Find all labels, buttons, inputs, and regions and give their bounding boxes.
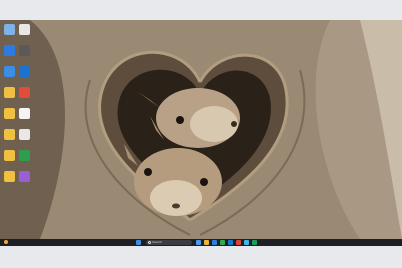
desktop-icon[interactable]	[4, 87, 15, 98]
start-button[interactable]	[136, 240, 141, 245]
app-icon[interactable]	[252, 240, 257, 245]
search-icon	[148, 241, 151, 244]
desktop-wallpaper	[0, 20, 402, 239]
desktop-icon[interactable]	[19, 45, 30, 56]
taskbar-search-box[interactable]: Search	[146, 240, 192, 245]
taskbar: Search	[0, 239, 402, 246]
desktop-icon-grid	[0, 20, 46, 239]
weather-widget[interactable]	[4, 240, 18, 245]
desktop-icon[interactable]	[4, 108, 15, 119]
wallpaper-image	[0, 20, 402, 239]
app-icon[interactable]	[244, 240, 249, 245]
search-placeholder: Search	[152, 240, 163, 244]
desktop-icon[interactable]	[4, 150, 15, 161]
desktop-icon[interactable]	[4, 45, 15, 56]
app-icon[interactable]	[228, 240, 233, 245]
app-icon[interactable]	[212, 240, 217, 245]
system-tray-icons	[360, 241, 382, 244]
desktop-icon[interactable]	[19, 129, 30, 140]
desktop-icon[interactable]	[4, 171, 15, 182]
desktop-screen: Search	[0, 20, 402, 246]
weather-icon	[4, 240, 8, 244]
desktop-icon[interactable]	[19, 171, 30, 182]
desktop-icon[interactable]	[4, 24, 15, 35]
app-icon[interactable]	[204, 240, 209, 245]
desktop-icon[interactable]	[4, 66, 15, 77]
desktop-icon[interactable]	[19, 150, 30, 161]
app-icon[interactable]	[196, 240, 201, 245]
desktop-icon[interactable]	[19, 66, 30, 77]
app-icon[interactable]	[220, 240, 225, 245]
desktop-icon[interactable]	[19, 87, 30, 98]
desktop-icon[interactable]	[19, 24, 30, 35]
desktop-icon[interactable]	[19, 108, 30, 119]
app-icon[interactable]	[236, 240, 241, 245]
desktop-icon[interactable]	[4, 129, 15, 140]
